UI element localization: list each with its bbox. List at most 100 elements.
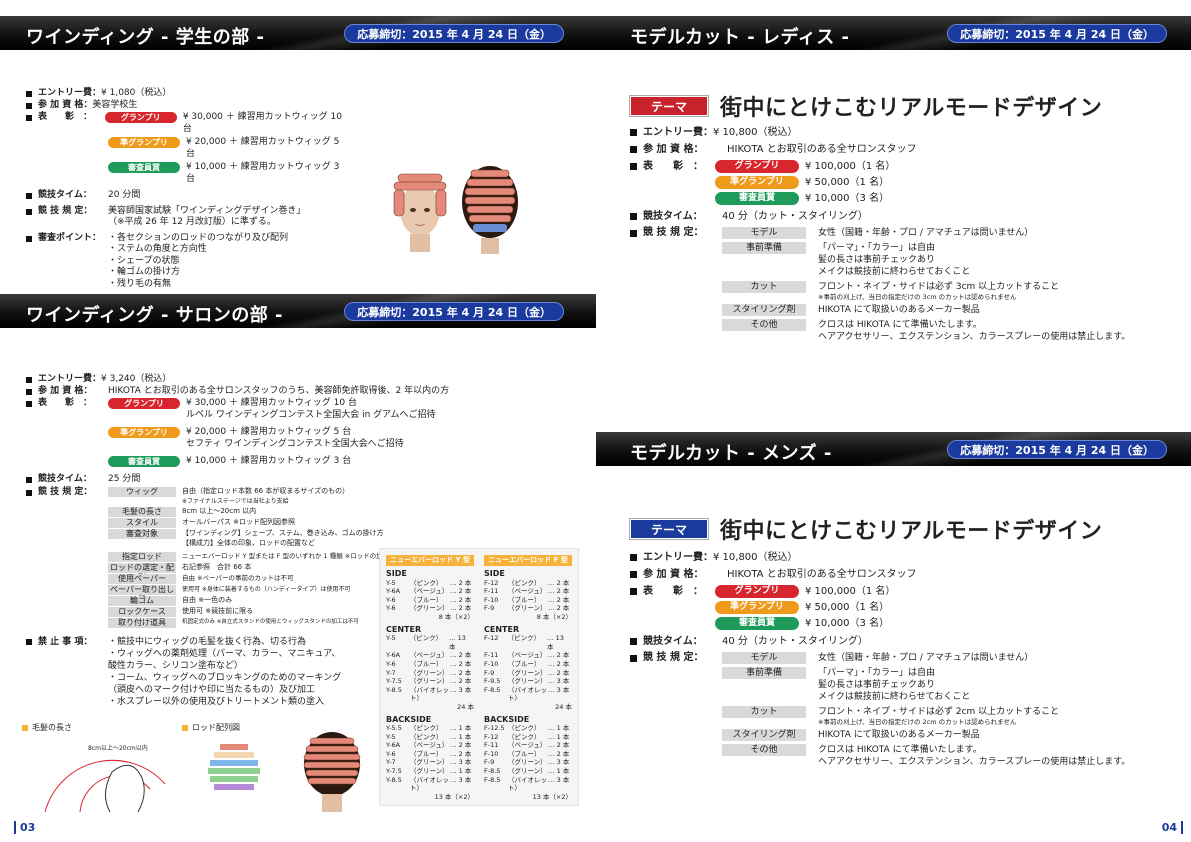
hair-length-note: 8cm以上〜20cm以内 <box>88 745 148 752</box>
rod-cell: （グリーン） <box>508 677 547 686</box>
rule-key: 毛髪の長さ <box>108 507 176 517</box>
rod-cell: … 3 本 <box>548 775 570 784</box>
rod-cell: （ピンク） <box>508 724 541 733</box>
rod-cell: （グリーン） <box>410 758 449 767</box>
point-item: ・シェープの状態 <box>108 255 180 266</box>
rule-value: フロント・ネイプ・サイドは必ず 2cm 以上カットすること <box>818 707 1060 717</box>
rule-value: ニューエバーロッド Y 型または F 型のいずれか 1 種類 ※ロッドの加工禁止 <box>182 552 403 560</box>
mens-prize-2: ¥ 50,000（1 名） <box>805 602 890 613</box>
point-item: ・輪ゴムの掛け方 <box>108 267 181 277</box>
rod-cell: Y-7.5 <box>386 767 402 776</box>
rod-cell: … 2 本 <box>450 659 472 668</box>
rod-cell: F-8.5 <box>484 685 501 694</box>
prohibit-item: （頭皮へのマーク付けや印に当たるもの）及び加工 <box>108 685 316 695</box>
deadline-badge: 応募締切：2015 年 4 月 24 日（金） <box>947 440 1167 459</box>
theme-ladies: テーマ 街中にとけこむリアルモードデザイン <box>629 90 1102 122</box>
rule-key: スタイリング剤 <box>722 304 806 316</box>
label-qual: 参 加 資 格： <box>38 99 93 110</box>
rod-row: Y-8.5 （バイオレット）… 3 本 <box>386 776 474 793</box>
fig-hair-length-title: 毛髪の長さ <box>32 723 72 732</box>
rod-cell: （ピンク） <box>409 634 443 643</box>
rod-cell: Y-6 <box>386 659 396 668</box>
rod-total: 24 本 <box>457 702 474 711</box>
rule-key: ウィッグ <box>108 487 176 497</box>
rod-cell: F-12 <box>484 732 499 741</box>
rod-total: 13 本（×2） <box>434 792 474 801</box>
bullet-icon <box>26 401 32 407</box>
prohibit-item: 酸性カラー、シリコン塗布など） <box>108 661 243 671</box>
fig-hair-length-label: 毛髪の長さ <box>22 722 72 733</box>
rule-value: 自由 ※ペーパーの事前のカットは不可 <box>182 574 294 582</box>
rod-cell: Y-6 <box>386 604 396 613</box>
rule-key: ロッドの選定・配列 <box>108 563 176 582</box>
rod-cell: F-12 <box>484 634 499 643</box>
rod-cell: Y-6A <box>386 587 401 596</box>
bullet-icon <box>630 129 637 136</box>
rule-value: メイクは競技前に終わらせておくこと <box>818 267 971 277</box>
rod-total: 8 本（×2） <box>536 612 572 621</box>
bullet-icon <box>26 102 32 109</box>
rod-cell: … 2 本 <box>450 604 472 613</box>
section-title-mens: モデルカット - メンズ - <box>630 443 832 464</box>
student-prize-1: ¥ 30,000 ＋ 練習用カットウィッグ 10 台 <box>182 112 342 134</box>
rod-row: F-8.5 （グリーン）… 1 本 <box>484 767 572 776</box>
bullet-icon <box>26 193 32 199</box>
rod-cell: Y-5.5 <box>386 724 402 733</box>
rule-value: 女性（国籍・年齢・プロ / アマチュアは問いません） <box>818 228 1034 238</box>
rod-row: Y-6 （グリーン）… 2 本 <box>386 604 474 613</box>
label-qual: 参 加 資 格： <box>38 385 93 396</box>
rod-row: Y-5.5 （ピンク） … 1 本 <box>386 724 474 733</box>
jun-grand-prix-badge: 準グランプリ <box>715 601 799 614</box>
rod-column-f: ニューエバーロッド F 型 SIDE F-12 （ピンク） … 2 本 F-11 （ベ… <box>484 555 572 801</box>
rod-cell: … 2 本 <box>548 668 570 677</box>
rule-value: HIKOTA にて取扱いのあるメーカー製品 <box>818 730 980 740</box>
rod-cell: … 3 本 <box>450 758 472 767</box>
student-prize-2: ¥ 20,000 ＋ 練習用カットウィッグ 5 台 <box>186 137 340 159</box>
banner-student: ワインディング - 学生の部 - 応募締切：2015 年 4 月 24 日（金） <box>0 16 596 50</box>
rod-row: Y-5 （ピンク） … 2 本 <box>386 579 474 588</box>
rod-cell: （ブルー） <box>508 659 541 668</box>
rule-value: 女性（国籍・年齢・プロ / アマチュアは問いません） <box>818 653 1034 663</box>
rod-cell: Y-6A <box>386 651 401 660</box>
rod-row: F-8.5 （バイオレット）… 3 本 <box>484 686 572 703</box>
banner-salon: ワインディング - サロンの部 - 応募締切：2015 年 4 月 24 日（金… <box>0 294 596 328</box>
rule-note: ※事前の刈上げ、当日の指定だけの 3cm のカットは認められません <box>818 293 1017 301</box>
rod-cell: F-12 <box>484 578 499 587</box>
rod-cell: Y-5 <box>386 634 396 643</box>
square-icon <box>182 724 188 731</box>
page-number-left: 03 <box>14 821 35 834</box>
rule-key: モデル <box>722 652 806 664</box>
rod-cell: （バイオレット） <box>410 775 449 793</box>
bullet-icon <box>26 388 32 395</box>
rod-cell: （グリーン） <box>508 767 547 776</box>
jun-grand-prix-badge: 準グランプリ <box>108 427 180 438</box>
rod-section-title: CENTER <box>386 624 422 634</box>
rule-value: クロスは HIKOTA にて準備いたします。 <box>818 320 982 330</box>
rod-cell: … 2 本 <box>548 659 570 668</box>
rod-cell: Y-8.5 <box>386 775 402 784</box>
ladies-details: エントリー費： ¥ 10,800（税込） 参 加 資 格： HIKOTA とお取引の… <box>630 126 1170 343</box>
bullet-icon <box>26 639 32 645</box>
student-qual: 美容学校生 <box>92 99 138 110</box>
ladies-prize-1: ¥ 100,000（1 名） <box>805 161 896 172</box>
rod-cell: … 1 本 <box>450 732 472 741</box>
rod-cell: F-12.5 <box>484 724 505 733</box>
rule-value: 髪の長さは事前チェックあり <box>818 680 936 690</box>
rule-value: メイクは競技前に終わらせておくこと <box>818 692 971 702</box>
rod-cell: （グリーン） <box>410 767 449 776</box>
theme-tag: テーマ <box>629 518 709 540</box>
theme-mens: テーマ 街中にとけこむリアルモードデザイン <box>629 513 1102 545</box>
label-entry: エントリー費： <box>643 552 713 563</box>
bullet-icon <box>26 490 32 496</box>
rule-note: ※ファイナルステージでは当社より支給 <box>182 497 289 505</box>
salon-prize-1: ¥ 30,000 ＋ 練習用カットウィッグ 10 台 <box>186 398 357 408</box>
page-number-text: 03 <box>20 821 36 834</box>
rod-cell: F-8.5 <box>484 767 501 776</box>
rod-row: Y-6 （ブルー） … 2 本 <box>386 660 474 669</box>
rod-cell: Y-6A <box>386 741 401 750</box>
rod-cell: F-8.5 <box>484 775 501 784</box>
deadline-badge: 応募締切：2015 年 4 月 24 日（金） <box>344 302 564 321</box>
rule-value: オールバーパス ※ロッド配列図参照 <box>182 518 296 526</box>
bullet-icon <box>630 163 637 170</box>
mens-rules-table: モデル 女性（国籍・年齢・プロ / アマチュアは問いません） 事前準備 「パーマ」・… <box>722 652 1130 768</box>
